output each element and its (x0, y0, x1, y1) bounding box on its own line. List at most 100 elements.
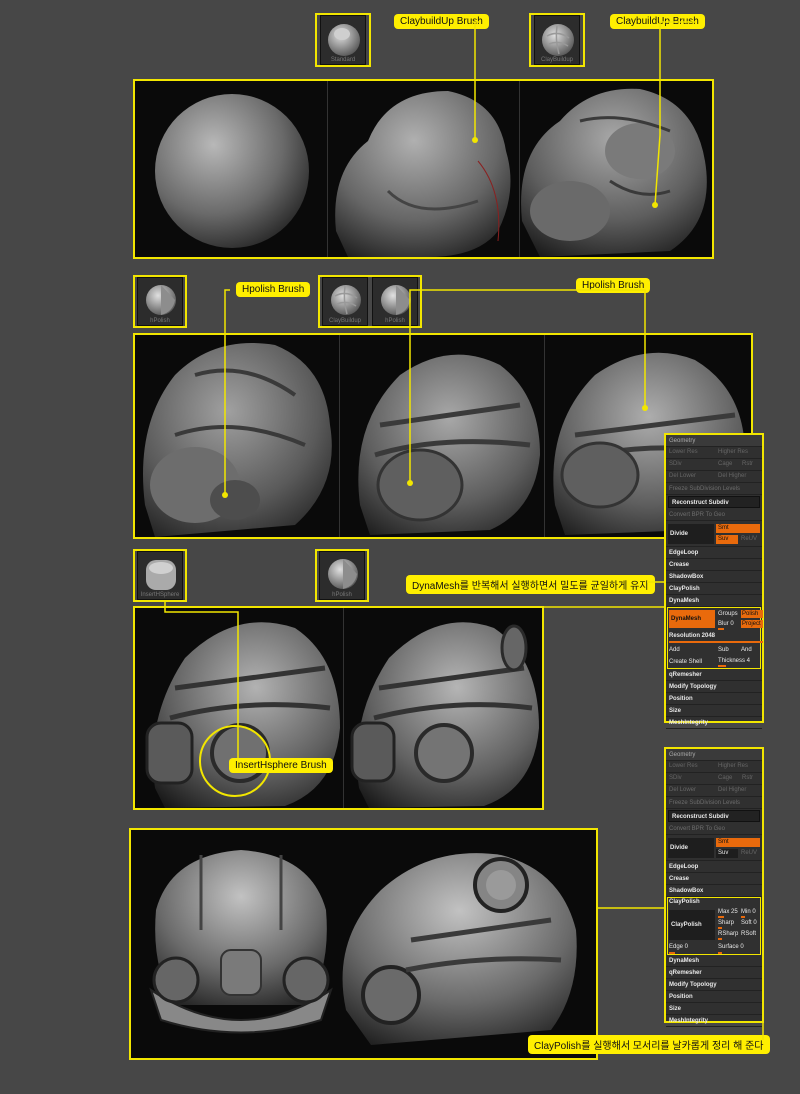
edgeloop-section[interactable]: EdgeLoop (666, 861, 762, 873)
inserthsphere-label: InsertHsphere Brush (229, 758, 333, 773)
soft-slider[interactable]: Soft 0 (741, 919, 757, 927)
suv-toggle[interactable]: Suv (716, 535, 738, 544)
blur-slider[interactable]: Blur 0 (718, 620, 734, 628)
rstr-button[interactable]: Rstr (742, 775, 753, 781)
thumb-caption: hPolish (150, 318, 170, 324)
geometry-panel-dynamesh: Geometry Lower Res Higher Res SDiv Cage … (664, 433, 764, 729)
rsharp-slider[interactable]: RSharp (718, 930, 738, 938)
polish-toggle[interactable]: Polish (741, 610, 763, 618)
sculpt-stage-hpolish-2 (340, 335, 545, 537)
and-button[interactable]: And (741, 646, 752, 654)
size-section[interactable]: Size (666, 1003, 762, 1015)
convert-bpr-button[interactable]: Convert BPR To Geo (666, 509, 762, 521)
hpolish-label-1: Hpolish Brush (236, 282, 311, 297)
reuv-button[interactable]: ReUV (741, 849, 757, 858)
freeze-subdiv-button[interactable]: Freeze SubDivision Levels (666, 797, 762, 809)
meshintegrity-section[interactable]: MeshIntegrity (666, 1015, 762, 1027)
position-section[interactable]: Position (666, 991, 762, 1003)
sub-button[interactable]: Sub (718, 646, 729, 654)
brush-thumb-claybuildup-2[interactable]: ClayBuildup (322, 277, 368, 326)
brush-thumb-hpolish[interactable]: hPolish (137, 277, 183, 326)
shadowbox-section[interactable]: ShadowBox (666, 885, 762, 897)
geometry-header[interactable]: Geometry (666, 435, 762, 447)
modify-topology-section[interactable]: Modify Topology (666, 979, 762, 991)
sdiv-row: SDiv Cage Rstr (666, 459, 762, 471)
cage-button[interactable]: Cage (718, 775, 732, 781)
dynamesh-section-header[interactable]: DynaMesh (666, 595, 762, 607)
groups-toggle[interactable]: Groups (718, 610, 738, 618)
dynamesh-button[interactable]: DynaMesh (669, 610, 715, 628)
lower-res-button[interactable]: Lower Res (669, 449, 698, 455)
claypolish-section[interactable]: ClayPolish (666, 583, 762, 595)
brush-thumb-hpolish-3[interactable]: hPolish (319, 551, 365, 600)
smt-toggle[interactable]: Smt (716, 524, 760, 533)
surface-slider[interactable]: Surface 0 (718, 943, 744, 951)
max-slider-fill (718, 916, 724, 918)
sdiv-slider[interactable]: SDiv (669, 461, 682, 467)
min-slider[interactable]: Min 0 (741, 908, 756, 916)
final-sculpt-render (149, 850, 577, 1045)
shadowbox-section[interactable]: ShadowBox (666, 571, 762, 583)
dynamesh-note-label: DynaMesh를 반복해서 실행하면서 밀도를 균일하게 유지 (406, 575, 655, 594)
brush-thumb-standard[interactable]: Standard (320, 15, 366, 65)
convert-bpr-button[interactable]: Convert BPR To Geo (666, 823, 762, 835)
max-slider[interactable]: Max 25 (718, 908, 738, 916)
viewport-row-3 (133, 606, 544, 810)
del-higher-button[interactable]: Del Higher (718, 473, 746, 479)
divide-row: Divide Smt Suv ReUV (666, 521, 762, 547)
res-row: Lower Res Higher Res (666, 761, 762, 773)
higher-res-button[interactable]: Higher Res (718, 763, 748, 769)
suv-toggle[interactable]: Suv (716, 849, 738, 858)
divide-button[interactable]: Divide (668, 524, 714, 544)
sharp-slider[interactable]: Sharp (718, 919, 734, 927)
edgeloop-section[interactable]: EdgeLoop (666, 547, 762, 559)
brush-thumb-hpolish-2[interactable]: hPolish (372, 277, 418, 326)
create-shell-button[interactable]: Create Shell (669, 658, 702, 666)
reconstruct-subdiv-button[interactable]: Reconstruct Subdiv (668, 496, 760, 508)
del-lower-button[interactable]: Del Lower (669, 787, 696, 793)
project-toggle[interactable]: Project (741, 620, 763, 628)
qremesher-section[interactable]: qRemesher (666, 967, 762, 979)
edge-slider[interactable]: Edge 0 (669, 943, 688, 951)
geometry-panel-claypolish: Geometry Lower Res Higher Res SDiv Cage … (664, 747, 764, 1027)
thickness-slider[interactable]: Thickness 4 (718, 657, 750, 665)
crease-section[interactable]: Crease (666, 559, 762, 571)
sharp-slider-fill (718, 927, 722, 929)
sdiv-slider[interactable]: SDiv (669, 775, 682, 781)
brush-thumb-inserthsphere[interactable]: InsertHSphere (137, 551, 183, 600)
lower-res-button[interactable]: Lower Res (669, 763, 698, 769)
thumb-caption: ClayBuildup (540, 57, 574, 63)
del-lower-button[interactable]: Del Lower (669, 473, 696, 479)
viewport-row-2 (133, 333, 753, 539)
dynamesh-controls: DynaMesh Groups Polish Blur 0 Project Re… (667, 607, 763, 669)
resolution-slider[interactable]: Resolution 2048 (669, 632, 715, 640)
geometry-header[interactable]: Geometry (666, 749, 762, 761)
dynamesh-section[interactable]: DynaMesh (666, 955, 762, 967)
claypolish-button[interactable]: ClayPolish (669, 910, 715, 940)
meshintegrity-section[interactable]: MeshIntegrity (666, 717, 762, 729)
claypolish-section-header[interactable]: ClayPolish (669, 898, 700, 906)
size-section[interactable]: Size (666, 705, 762, 717)
claybuildup-label-2: ClaybuildUp Brush (610, 14, 705, 29)
freeze-subdiv-button[interactable]: Freeze SubDivision Levels (666, 483, 762, 495)
sculpt-stage-sphere (135, 81, 328, 257)
position-section[interactable]: Position (666, 693, 762, 705)
surface-slider-fill (718, 952, 722, 954)
brush-thumb-claybuildup[interactable]: ClayBuildup (534, 15, 580, 65)
rsoft-slider[interactable]: RSoft (741, 930, 756, 938)
crease-section[interactable]: Crease (666, 873, 762, 885)
qremesher-section[interactable]: qRemesher (666, 669, 762, 681)
reuv-button[interactable]: ReUV (741, 535, 757, 544)
rstr-button[interactable]: Rstr (742, 461, 753, 467)
del-higher-button[interactable]: Del Higher (718, 787, 746, 793)
claypolish-controls: ClayPolish ClayPolish Max 25 Min 0 Sharp… (667, 897, 761, 955)
add-button[interactable]: Add (669, 646, 680, 654)
sculpt-stage-claybuild-2 (520, 81, 712, 257)
smt-toggle[interactable]: Smt (716, 838, 760, 847)
higher-res-button[interactable]: Higher Res (718, 449, 748, 455)
reconstruct-subdiv-button[interactable]: Reconstruct Subdiv (668, 810, 760, 822)
divide-button[interactable]: Divide (668, 838, 714, 858)
min-slider-fill (741, 916, 745, 918)
modify-topology-section[interactable]: Modify Topology (666, 681, 762, 693)
cage-button[interactable]: Cage (718, 461, 732, 467)
